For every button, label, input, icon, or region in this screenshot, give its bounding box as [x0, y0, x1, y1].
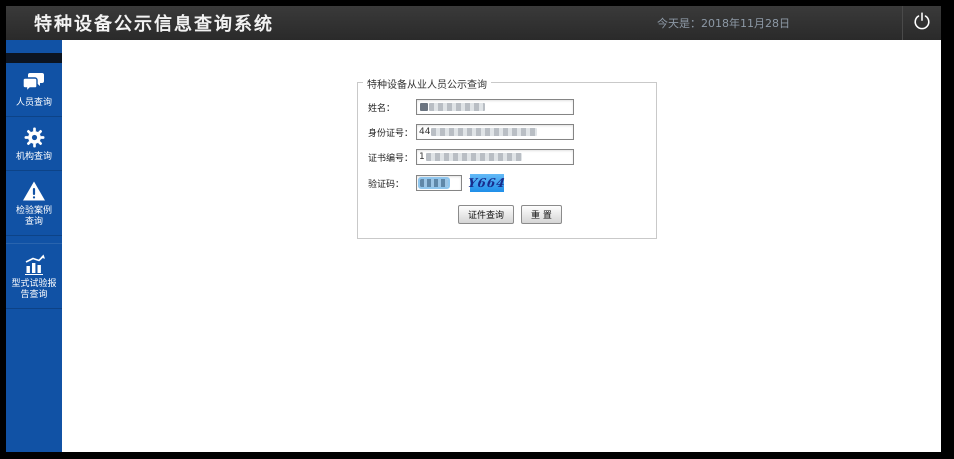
captcha-input[interactable] [416, 175, 462, 191]
logout-button[interactable] [902, 6, 941, 40]
sidebar-item-organization-query[interactable]: 机构查询 [6, 117, 62, 171]
app-frame: 特种设备公示信息查询系统 今天是：2018年11月28日 [6, 6, 941, 452]
current-date: 今天是：2018年11月28日 [657, 15, 790, 31]
name-row: 姓名： [368, 99, 646, 115]
header-bar: 特种设备公示信息查询系统 今天是：2018年11月28日 [6, 6, 941, 40]
captcha-row: 验证码： Y664 [368, 174, 646, 192]
sidebar-top-strip [6, 40, 62, 53]
sidebar-item-label: 人员查询 [8, 98, 60, 109]
id-number-row: 身份证号： 44 [368, 124, 646, 140]
sidebar-item-label: 机构查询 [8, 152, 60, 163]
date-value: 2018年11月28日 [701, 17, 790, 30]
name-input[interactable] [416, 99, 574, 115]
cert-value-prefix: 1 [419, 152, 425, 162]
certificate-number-input[interactable]: 1 [416, 149, 574, 165]
form-buttons: 证件查询 重 置 [368, 205, 646, 224]
redacted-name-start [420, 103, 428, 111]
sidebar-item-label-line1: 检验案例 [8, 206, 60, 217]
reset-button[interactable]: 重 置 [521, 205, 562, 224]
gear-icon [8, 125, 60, 149]
sidebar-item-inspection-case-query[interactable]: 检验案例 查询 [6, 171, 62, 236]
captcha-text: Y664 [467, 176, 507, 190]
id-number-input[interactable]: 44 [416, 124, 574, 140]
sidebar-item-personnel-query[interactable]: 人员查询 [6, 63, 62, 117]
sidebar-item-label-line2: 告查询 [8, 290, 60, 301]
id-value-prefix: 44 [419, 127, 430, 137]
redacted-name-value [429, 103, 485, 111]
certificate-number-row: 证书编号： 1 [368, 149, 646, 165]
main-panel: 特种设备从业人员公示查询 姓名： 身份证号： 44 [62, 40, 941, 452]
certificate-query-button[interactable]: 证件查询 [458, 205, 514, 224]
name-label: 姓名： [368, 101, 416, 114]
captcha-image[interactable]: Y664 [470, 174, 504, 192]
sidebar-item-label-line2: 查询 [8, 217, 60, 228]
power-icon [911, 10, 933, 36]
date-label: 今天是： [657, 17, 701, 30]
certificate-number-label: 证书编号： [368, 151, 416, 164]
form-legend: 特种设备从业人员公示查询 [363, 76, 491, 91]
sidebar-item-type-test-report-query[interactable]: 型式试验报 告查询 [6, 243, 62, 309]
id-number-label: 身份证号： [368, 126, 416, 139]
warning-triangle-icon [8, 179, 60, 203]
chat-bubbles-icon [8, 71, 60, 95]
captcha-label: 验证码： [368, 177, 416, 190]
page-title: 特种设备公示信息查询系统 [6, 10, 274, 36]
personnel-query-form: 特种设备从业人员公示查询 姓名： 身份证号： 44 [357, 82, 657, 239]
redacted-id-value [431, 128, 537, 136]
bar-chart-icon [8, 252, 60, 276]
page: 特种设备公示信息查询系统 今天是：2018年11月28日 [0, 0, 954, 459]
content-area: 人员查询 [6, 40, 941, 452]
redacted-captcha-value [420, 179, 448, 187]
sidebar-item-label-line1: 型式试验报 [8, 279, 60, 290]
sidebar-divider-band [6, 53, 62, 63]
sidebar-nav: 人员查询 [6, 40, 62, 452]
redacted-cert-value [426, 153, 522, 161]
header-right: 今天是：2018年11月28日 [657, 6, 941, 40]
